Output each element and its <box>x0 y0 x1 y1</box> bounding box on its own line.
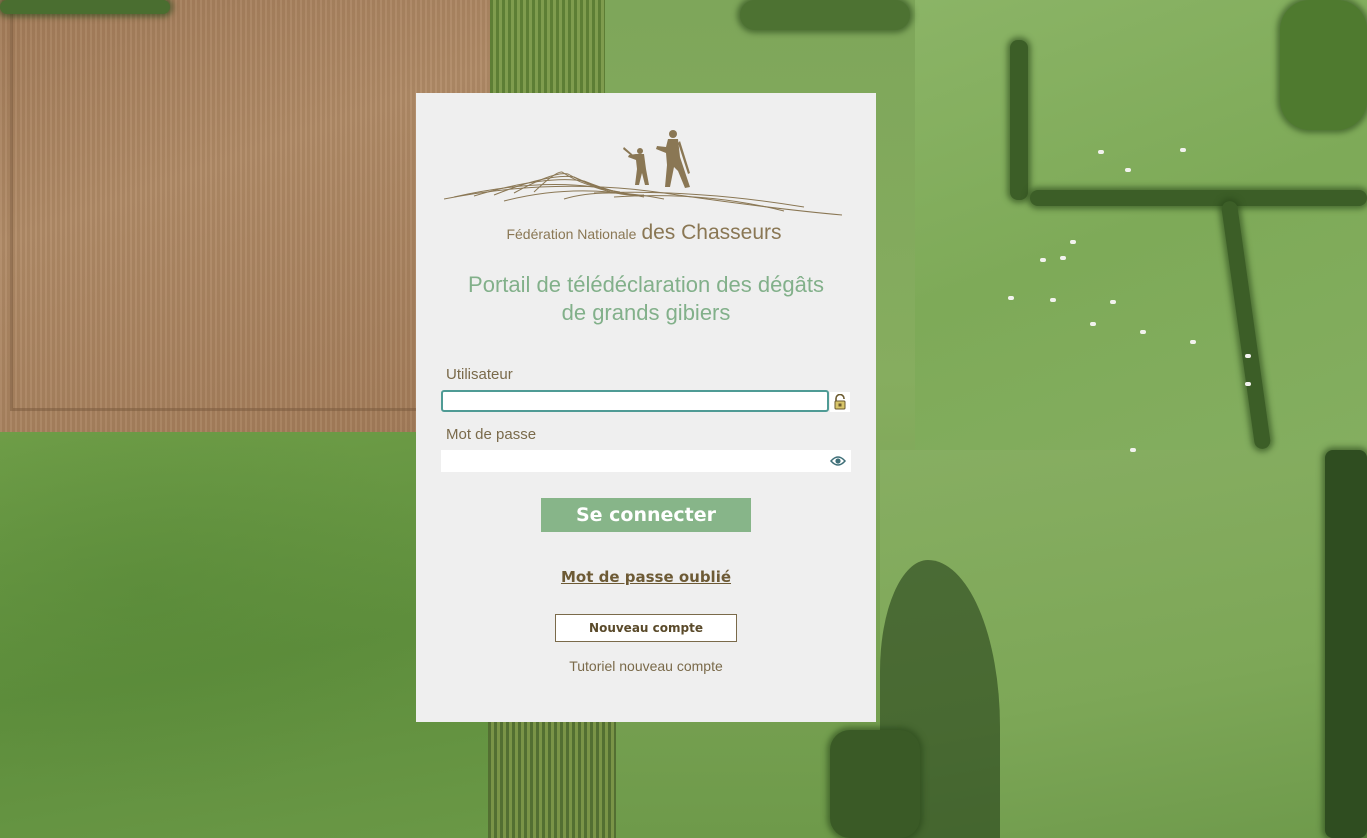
hedgerow <box>0 0 170 14</box>
new-account-button[interactable]: Nouveau compte <box>555 614 737 642</box>
logo-text-large: des Chasseurs <box>641 221 782 244</box>
page-title: Portail de télédéclaration des dégâts de… <box>416 271 876 327</box>
forgot-password-link[interactable]: Mot de passe oublié <box>416 568 876 586</box>
sheep <box>1110 300 1116 304</box>
password-label: Mot de passe <box>446 426 537 443</box>
password-input[interactable] <box>441 450 851 472</box>
sheep <box>1040 258 1046 262</box>
sheep <box>1140 330 1146 334</box>
fnc-logo: Fédération Nationale des Chasseurs <box>443 127 844 247</box>
sheep <box>1008 296 1014 300</box>
hunters-silhouette-icon <box>443 130 843 216</box>
sheep <box>1070 240 1076 244</box>
page-title-line-1: Portail de télédéclaration des dégâts <box>468 272 824 297</box>
login-button[interactable]: Se connecter <box>541 498 751 532</box>
sheep <box>1060 256 1066 260</box>
logo-wordmark: Fédération Nationale des Chasseurs <box>444 221 844 245</box>
sheep <box>1090 322 1096 326</box>
hedgerow <box>1030 190 1367 206</box>
sheep <box>1130 448 1136 452</box>
corn-field-bottom <box>488 720 616 838</box>
username-label: Utilisateur <box>446 366 513 383</box>
tree-cluster <box>1280 0 1367 130</box>
sheep <box>1245 354 1251 358</box>
corn-field-top <box>490 0 605 94</box>
page-title-line-2: de grands gibiers <box>561 300 731 325</box>
lock-icon[interactable] <box>830 392 850 412</box>
sheep <box>1050 298 1056 302</box>
username-input[interactable] <box>441 390 829 412</box>
hedgerow <box>740 0 910 30</box>
sheep <box>1180 148 1186 152</box>
sheep <box>1098 150 1104 154</box>
logo-text-small: Fédération Nationale <box>506 226 637 242</box>
sheep <box>1190 340 1196 344</box>
tutorial-link[interactable]: Tutoriel nouveau compte <box>416 658 876 674</box>
tree-line <box>1325 450 1367 838</box>
hedgerow <box>1010 40 1028 200</box>
sheep <box>1125 168 1131 172</box>
sheep <box>1245 382 1251 386</box>
login-panel: Fédération Nationale des Chasseurs Portai… <box>416 93 876 722</box>
tree-cluster <box>830 730 920 838</box>
eye-icon[interactable] <box>828 451 848 471</box>
